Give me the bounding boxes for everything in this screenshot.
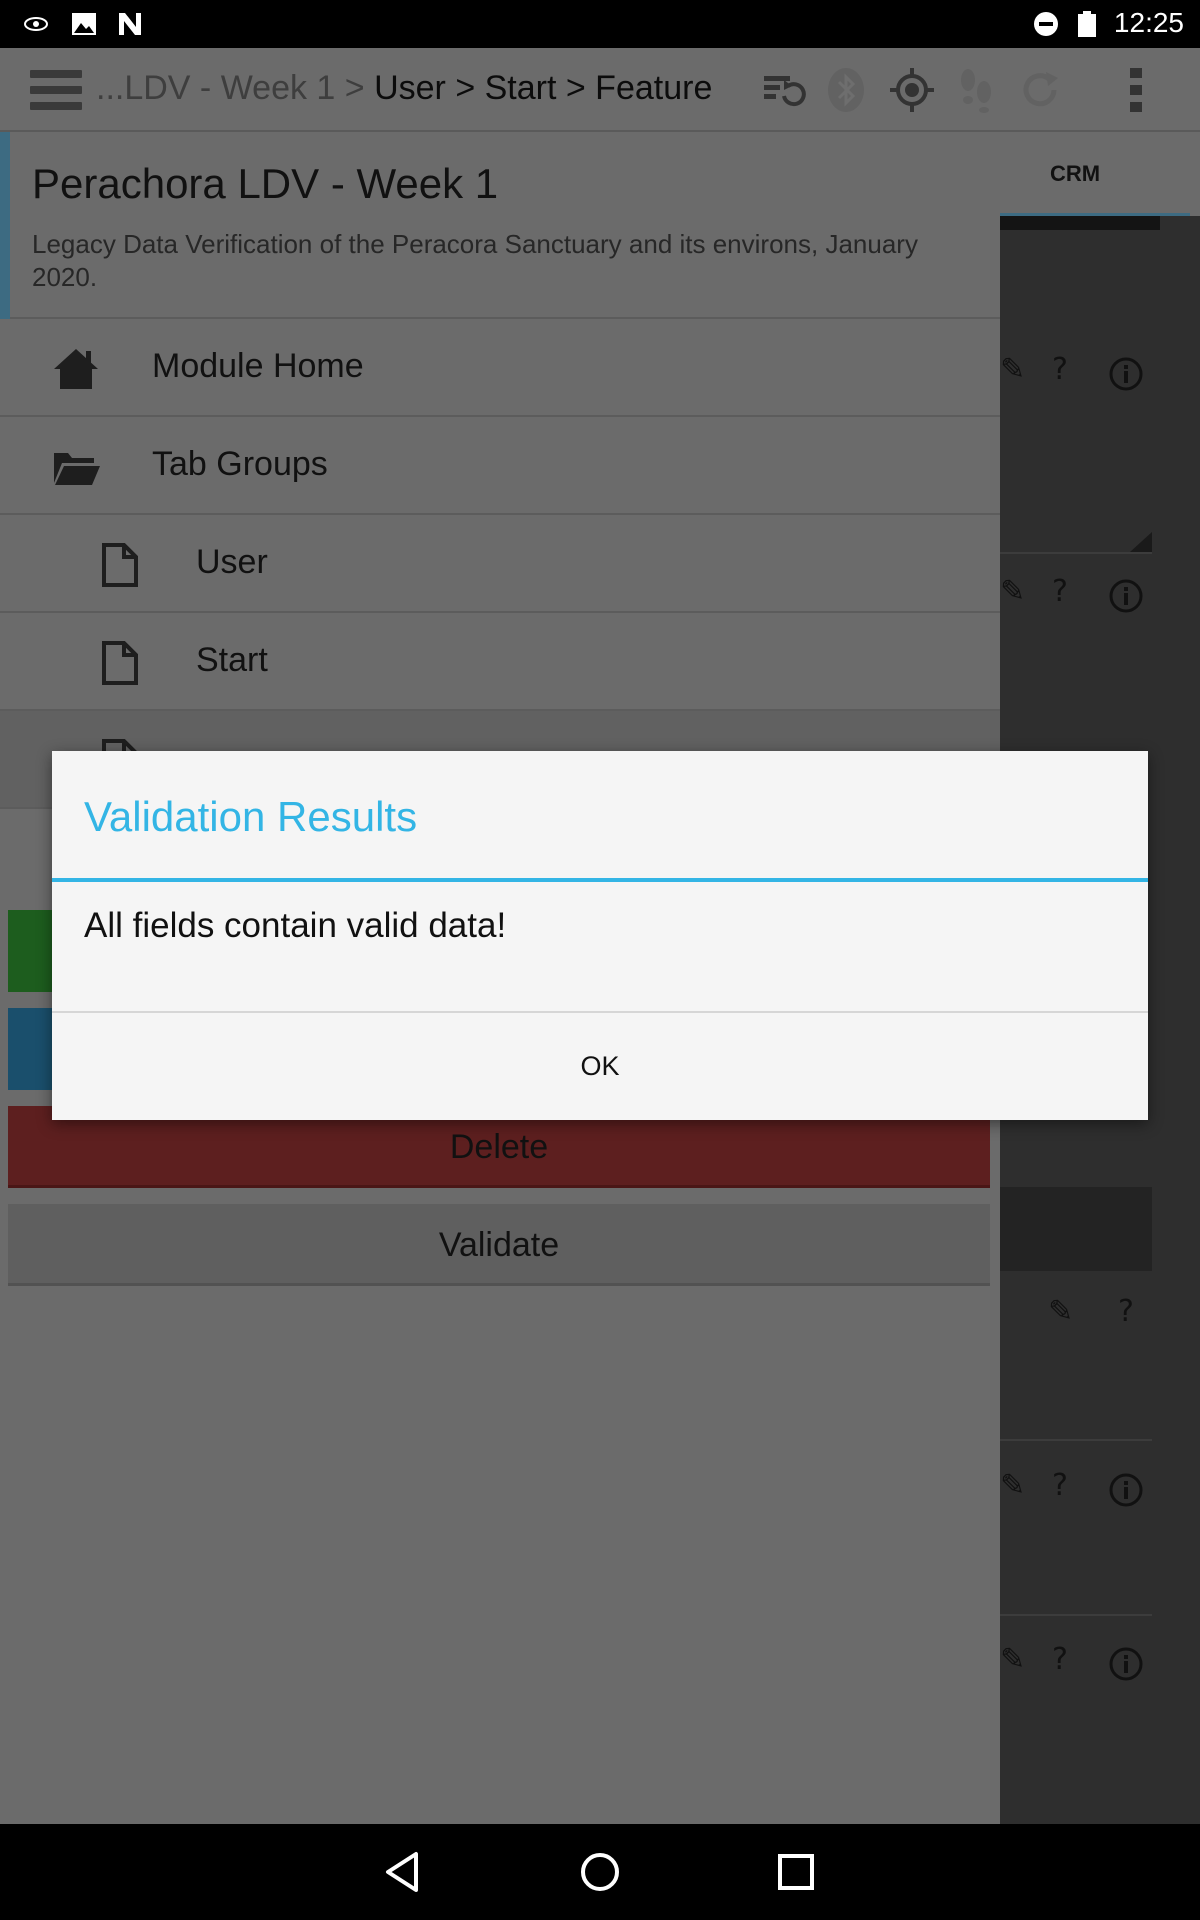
document-icon [102,641,138,685]
nav-item-label: Start [196,641,268,679]
info-icon[interactable] [1108,578,1144,614]
breadcrumb: ...LDV - Week 1 > User > Start > Feature [96,69,712,108]
sync-icon[interactable] [758,66,806,114]
image-icon [72,13,96,35]
section-header [1000,1187,1152,1271]
hamburger-icon[interactable] [30,70,82,110]
clock: 12:25 [1113,7,1184,38]
tab-shadow [1000,216,1160,230]
help-icon[interactable]: ? [1052,1468,1068,1503]
field-underline [1000,1614,1152,1616]
ok-button[interactable]: OK [52,1013,1148,1120]
nav-item-label: User [196,543,268,581]
dialog-divider [52,878,1148,882]
recents-icon[interactable] [772,1848,820,1896]
module-title: Perachora LDV - Week 1 [32,160,499,207]
battery-icon [1078,11,1096,37]
validate-button[interactable]: Validate [8,1204,990,1286]
field-underline [1000,1439,1152,1441]
status-bar: 12:25 [0,0,1200,48]
screen: 12:25 ...LDV - Week 1 > User > Start > F… [0,0,1200,1920]
help-icon[interactable]: ? [1052,574,1068,609]
back-icon[interactable] [380,1848,428,1896]
info-icon[interactable] [1108,356,1144,392]
breadcrumb-module: ...LDV - Week 1 > [96,69,375,107]
dialog-message: All fields contain valid data! [84,906,507,945]
nav-item-tab-groups[interactable]: Tab Groups [0,417,1000,515]
tab-strip: CRM [1000,132,1200,216]
n-logo-icon [119,13,141,35]
overflow-icon[interactable] [1112,66,1160,114]
home-icon[interactable] [576,1848,624,1896]
nav-item-user[interactable]: User [0,515,1000,613]
home-icon [54,349,98,389]
do-not-disturb-icon [1034,12,1058,36]
help-icon[interactable]: ? [1118,1294,1134,1329]
eye-icon [24,17,48,31]
folder-icon [54,453,100,485]
bluetooth-icon[interactable] [822,66,870,114]
info-icon[interactable] [1108,1646,1144,1682]
pencil-icon[interactable]: ✎ [1000,1642,1025,1677]
help-icon[interactable]: ? [1052,352,1068,387]
pencil-icon[interactable]: ✎ [1000,574,1025,609]
drawer-accent-bar [0,132,10,319]
nav-item-label: Tab Groups [152,445,328,483]
field-underline [1000,552,1152,554]
resize-handle-icon[interactable] [1130,532,1152,552]
nav-item-label: Module Home [152,347,364,385]
action-bar: ...LDV - Week 1 > User > Start > Feature [0,48,1200,132]
tab-crm[interactable]: CRM [1000,132,1150,216]
nav-item-module-home[interactable]: Module Home [0,319,1000,417]
drawer-header: Perachora LDV - Week 1 Legacy Data Verif… [0,132,1000,319]
nav-item-start[interactable]: Start [0,613,1000,711]
dialog-title: Validation Results [84,793,418,840]
breadcrumb-path: User > Start > Feature [374,69,713,107]
tracker-icon[interactable] [952,66,1000,114]
gps-icon[interactable] [888,66,936,114]
document-icon [102,543,138,587]
refresh-icon[interactable] [1016,66,1064,114]
help-icon[interactable]: ? [1052,1642,1068,1677]
module-description: Legacy Data Verification of the Peracora… [32,229,918,292]
info-icon[interactable] [1108,1472,1144,1508]
pencil-icon[interactable]: ✎ [1000,352,1025,387]
system-nav-bar [0,1824,1200,1920]
validation-dialog: Validation Results All fields contain va… [52,751,1148,1120]
pencil-icon[interactable]: ✎ [1000,1468,1025,1503]
pencil-icon[interactable]: ✎ [1048,1294,1073,1329]
